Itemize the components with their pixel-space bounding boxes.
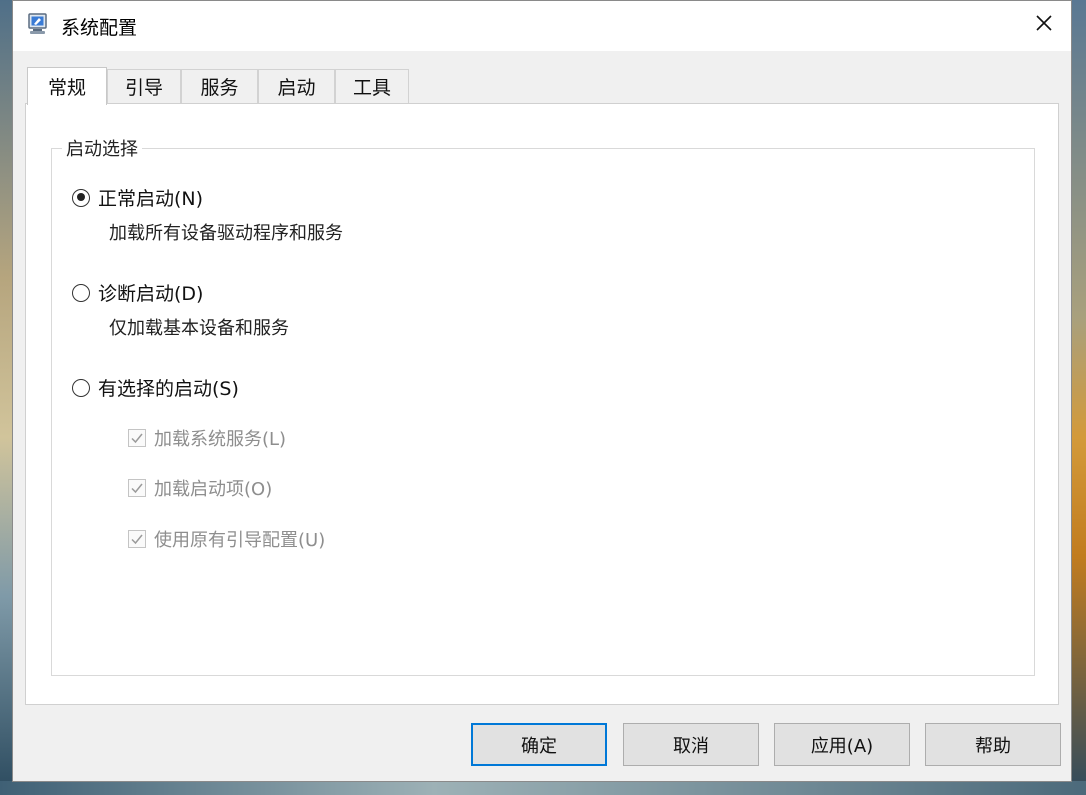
cancel-button[interactable]: 取消: [623, 723, 759, 766]
checkbox-label: 加载启动项(O): [154, 479, 273, 500]
checkbox-load-startup-items: 加载启动项(O): [128, 475, 272, 501]
close-button[interactable]: [1025, 7, 1063, 43]
option-description: 仅加载基本设备和服务: [109, 318, 289, 339]
desktop-background-bottom: [0, 781, 1086, 795]
tab-tools[interactable]: 工具: [335, 69, 409, 103]
checkbox-load-system-services: 加载系统服务(L): [128, 425, 286, 451]
radio-button[interactable]: [72, 283, 90, 302]
checkbox-label: 加载系统服务(L): [154, 429, 287, 450]
checkbox-disabled: [128, 429, 146, 447]
general-tab-panel: 启动选择 正常启动(N) 加载所有设备驱动程序和服务 诊断启动(D) 仅加载基本…: [25, 103, 1059, 705]
checkbox-disabled: [128, 530, 146, 548]
option-description: 加载所有设备驱动程序和服务: [109, 223, 343, 244]
group-legend: 启动选择: [62, 135, 142, 161]
checkbox-label: 使用原有引导配置(U): [154, 530, 326, 551]
checkbox-disabled: [128, 479, 146, 497]
apply-button[interactable]: 应用(A): [774, 723, 910, 766]
radio-selective-startup[interactable]: 有选择的启动(S): [72, 374, 239, 401]
radio-label: 正常启动(N): [98, 188, 204, 210]
radio-label: 有选择的启动(S): [98, 378, 239, 400]
check-mark-icon: [131, 534, 143, 545]
help-button[interactable]: 帮助: [925, 723, 1061, 766]
check-mark-icon: [131, 433, 143, 444]
tab-general[interactable]: 常规: [27, 67, 107, 105]
tab-services[interactable]: 服务: [181, 69, 258, 103]
desktop-background-right: [1072, 0, 1086, 795]
window-title: 系统配置: [61, 17, 138, 39]
title-bar[interactable]: 系统配置: [13, 1, 1071, 51]
radio-label: 诊断启动(D): [98, 283, 204, 305]
radio-diagnostic-startup[interactable]: 诊断启动(D): [72, 279, 203, 306]
ok-button[interactable]: 确定: [471, 723, 607, 766]
radio-button-selected[interactable]: [72, 188, 90, 207]
system-configuration-window: 系统配置 常规 引导 服务 启动 工具 启动选择 正常启动(N) 加载所有设备驱…: [12, 0, 1072, 782]
desktop-background-left: [0, 0, 12, 795]
tab-boot[interactable]: 引导: [107, 69, 181, 103]
check-mark-icon: [131, 483, 143, 494]
radio-normal-startup[interactable]: 正常启动(N): [72, 184, 203, 211]
msconfig-app-icon: [27, 12, 49, 36]
close-icon: [1035, 14, 1053, 36]
radio-button[interactable]: [72, 378, 90, 397]
startup-selection-group: 启动选择 正常启动(N) 加载所有设备驱动程序和服务 诊断启动(D) 仅加载基本…: [51, 135, 1035, 676]
checkbox-use-original-boot-config: 使用原有引导配置(U): [128, 526, 325, 552]
tab-startup[interactable]: 启动: [258, 69, 335, 103]
